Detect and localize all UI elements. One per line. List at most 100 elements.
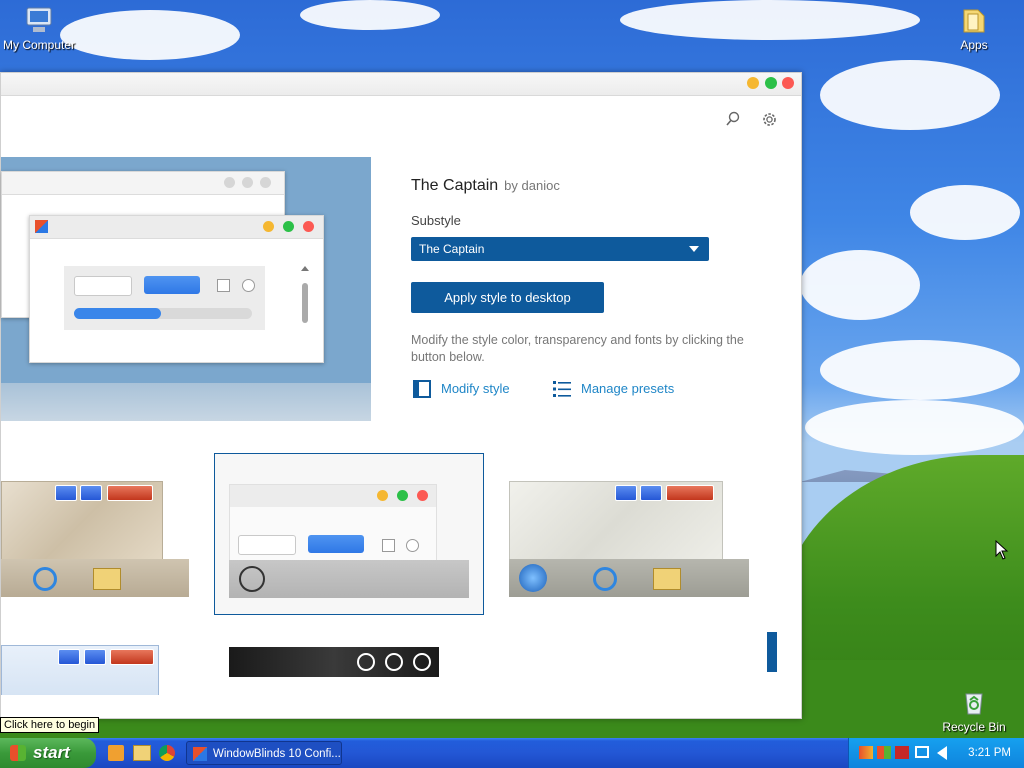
start-button[interactable]: start [0, 738, 96, 768]
style-thumbnail[interactable] [1, 645, 161, 695]
substyle-dropdown[interactable]: The Captain [411, 237, 709, 261]
search-icon[interactable] [725, 111, 741, 130]
thumbnail-close-icon [107, 485, 153, 501]
preview-scroll-up-arrow [301, 266, 309, 271]
cloud [620, 0, 920, 40]
preview-button [144, 276, 200, 294]
taskbar-item-label: WindowBlinds 10 Confi... [213, 748, 341, 760]
window-titlebar[interactable] [1, 73, 801, 96]
folder-icon [958, 4, 990, 36]
app-logo-icon [35, 220, 48, 233]
cloud [910, 185, 1020, 240]
style-thumbnail[interactable] [1, 481, 189, 597]
preview-textbox [238, 535, 296, 555]
desktop-icon-label: Recycle Bin [942, 720, 1006, 734]
clock[interactable]: 3:21 PM [968, 738, 1011, 768]
cloud [300, 0, 440, 30]
taskbar-item-windowblinds[interactable]: WindowBlinds 10 Confi... [186, 741, 342, 765]
preview-taskbar-area [1, 383, 371, 421]
chevron-down-icon [689, 246, 699, 252]
close-button[interactable] [782, 77, 794, 89]
thumbnail-maximize-icon [640, 485, 662, 501]
chrome-icon[interactable] [159, 745, 175, 761]
folder-icon [93, 568, 121, 590]
windows-flag-icon[interactable] [877, 746, 891, 759]
cloud [820, 340, 1020, 400]
desktop-icon-label: Apps [960, 38, 988, 52]
substyle-selected-value: The Captain [419, 242, 485, 256]
volume-icon[interactable] [937, 746, 947, 760]
preview-dot [377, 490, 388, 501]
minimize-button[interactable] [747, 77, 759, 89]
thumbnail-close-icon [666, 485, 714, 501]
preview-dot [224, 177, 235, 188]
windowblinds-window: The Captain by danioc Substyle The Captai… [0, 72, 802, 719]
cloud [60, 10, 240, 60]
cloud [820, 60, 1000, 130]
preview-radio [406, 539, 419, 552]
thumbnails-scrollbar-thumb[interactable] [767, 632, 777, 672]
desktop-icon-apps[interactable]: Apps [935, 4, 1013, 52]
thumbnail-taskbar [509, 559, 749, 597]
manage-presets-link[interactable]: Manage presets [581, 381, 674, 396]
thumbnail-taskbar [1, 559, 189, 597]
preview-scroll-thumb [302, 283, 308, 323]
modify-style-icon[interactable] [413, 380, 431, 398]
security-alert-icon[interactable] [895, 746, 909, 759]
style-description: Modify the style color, transparency and… [411, 333, 744, 364]
thumbnail-window [229, 647, 439, 677]
app-logo-icon [193, 747, 207, 761]
style-thumbnail[interactable] [509, 481, 749, 597]
apply-style-button[interactable]: Apply style to desktop [411, 282, 604, 313]
style-preview [1, 157, 371, 421]
desktop: My Computer Apps Recycle Bin The Captain… [0, 0, 1024, 738]
desktop-icon-my-computer[interactable]: My Computer [0, 4, 78, 52]
thumbnail-window [509, 481, 723, 563]
network-icon[interactable] [859, 746, 873, 759]
thumbnail-maximize-icon [385, 653, 403, 671]
preview-dot [397, 490, 408, 501]
maximize-button[interactable] [765, 77, 777, 89]
preview-textbox [74, 276, 132, 296]
thumbnail-window [1, 645, 159, 695]
thumbnail-taskbar [229, 560, 469, 598]
manage-presets-icon[interactable] [553, 380, 571, 398]
preview-dot [283, 221, 294, 232]
computer-icon [23, 4, 55, 36]
preview-button [308, 535, 364, 553]
preview-progress-track [74, 308, 252, 319]
preview-checkbox [382, 539, 395, 552]
desktop-icon-recycle-bin[interactable]: Recycle Bin [935, 686, 1013, 734]
preview-dot [417, 490, 428, 501]
preview-front-titlebar [30, 216, 323, 239]
media-player-icon[interactable] [108, 745, 124, 761]
gear-icon[interactable] [761, 111, 778, 131]
thumbnail-close-icon [413, 653, 431, 671]
preview-dot [242, 177, 253, 188]
thumbnail-window [1, 481, 163, 563]
style-thumbnail[interactable] [229, 647, 441, 695]
style-thumbnail-selected[interactable] [214, 453, 484, 615]
preview-dot [263, 221, 274, 232]
thumbnail-maximize-icon [84, 649, 106, 665]
style-title: The Captain by danioc [411, 177, 560, 195]
display-icon[interactable] [915, 746, 929, 758]
modify-style-link[interactable]: Modify style [441, 381, 510, 396]
start-orb-icon [239, 566, 265, 592]
thumbnail-minimize-icon [357, 653, 375, 671]
preview-back-titlebar [2, 172, 284, 195]
thumbnail-minimize-icon [615, 485, 637, 501]
taskbar: start WindowBlinds 10 Confi... 3:21 PM [0, 738, 1024, 768]
folder-icon [653, 568, 681, 590]
mouse-pointer-icon [995, 539, 1009, 563]
folder-icon[interactable] [133, 745, 151, 761]
thumbnail-maximize-icon [80, 485, 102, 501]
thumbnail-minimize-icon [58, 649, 80, 665]
preview-radio [242, 279, 255, 292]
start-orb-icon [519, 564, 547, 592]
ie-icon [593, 567, 617, 591]
thumbnail-minimize-icon [55, 485, 77, 501]
start-label: start [33, 743, 70, 762]
preview-panel [64, 266, 265, 330]
thumbnail-close-icon [110, 649, 154, 665]
